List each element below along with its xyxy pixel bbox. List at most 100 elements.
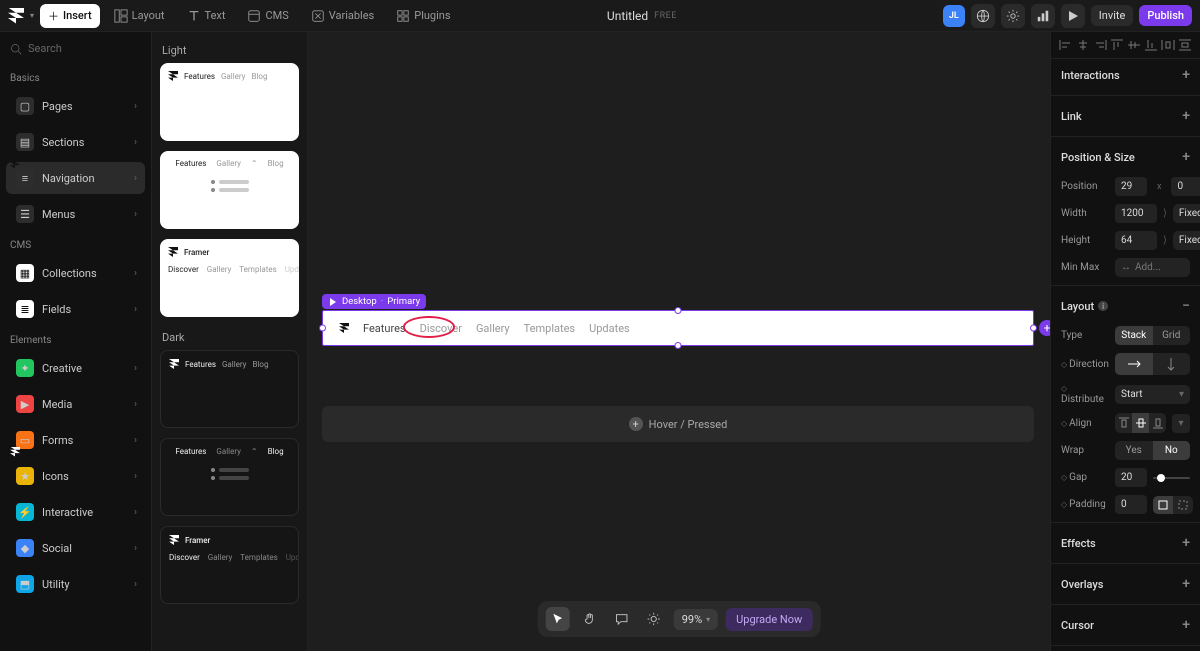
padding-mode[interactable] (1153, 496, 1193, 514)
type-segment[interactable]: Stack Grid (1115, 326, 1190, 345)
width-mode[interactable]: Fixed▾ (1173, 204, 1200, 223)
text-button[interactable]: Text (179, 5, 234, 27)
align-top-icon[interactable] (1110, 39, 1124, 51)
rail-collections[interactable]: ▦ Collections› (6, 257, 145, 289)
padding-input[interactable]: 0 (1115, 495, 1147, 514)
invite-button[interactable]: Invite (1091, 5, 1134, 26)
cursor-tool[interactable] (546, 607, 570, 631)
padding-all[interactable] (1153, 496, 1173, 514)
plugins-button[interactable]: Plugins (388, 5, 458, 27)
settings-button[interactable] (1001, 4, 1025, 28)
rail-creative[interactable]: ✦ Creative› (6, 352, 145, 384)
overlays-head[interactable]: Overlays+ (1051, 568, 1200, 600)
hand-tool[interactable] (578, 607, 602, 631)
chevron-down-icon[interactable]: ▾ (30, 11, 34, 20)
align-bottom-icon[interactable] (1144, 39, 1158, 51)
align-hcenter-icon[interactable] (1076, 39, 1090, 51)
gap-slider[interactable] (1153, 477, 1190, 479)
add-pos-button[interactable]: + (1182, 149, 1190, 165)
align-left-icon[interactable] (1059, 39, 1073, 51)
align-bottom-opt[interactable] (1149, 413, 1166, 433)
wrap-segment[interactable]: Yes No (1115, 441, 1190, 460)
rail-forms[interactable]: ▭ Forms› (6, 424, 145, 456)
wrap-yes[interactable]: Yes (1115, 441, 1153, 460)
publish-button[interactable]: Publish (1139, 5, 1192, 26)
nav-link-gallery[interactable]: Gallery (476, 322, 510, 335)
align-right-icon[interactable] (1093, 39, 1107, 51)
add-interaction-button[interactable]: + (1182, 67, 1190, 83)
distribute-h-icon[interactable] (1161, 39, 1175, 51)
theme-tool[interactable] (642, 607, 666, 631)
padding-sides[interactable] (1173, 496, 1193, 514)
analytics-button[interactable] (1031, 4, 1055, 28)
rail-social[interactable]: ◆ Social› (6, 532, 145, 564)
preset-card-dark-2[interactable]: Features Gallery ⌃ Blog (160, 438, 299, 516)
wrap-no[interactable]: No (1153, 441, 1191, 460)
info-icon[interactable]: i (1098, 301, 1108, 311)
selection-handle[interactable] (1030, 325, 1037, 332)
direction-segment[interactable] (1115, 353, 1190, 375)
pos-x-input[interactable]: 29 (1115, 177, 1147, 196)
nav-frame[interactable]: Features Discover Gallery Templates Upda… (322, 310, 1034, 346)
add-cursor-button[interactable]: + (1182, 617, 1190, 633)
rail-media[interactable]: ▶ Media› (6, 388, 145, 420)
preset-card-light-3[interactable]: Framer Discover Gallery Templates Update… (160, 239, 299, 317)
selection-handle[interactable] (319, 325, 326, 332)
add-overlay-button[interactable]: + (1182, 576, 1190, 592)
preset-card-light-2[interactable]: Features Gallery ⌃ Blog (160, 151, 299, 229)
upgrade-button[interactable]: Upgrade Now (726, 608, 812, 631)
position-size-head[interactable]: Position & Size + (1051, 141, 1200, 173)
minmax-input[interactable]: ↔Add... (1115, 258, 1190, 277)
align-middle-opt[interactable] (1132, 413, 1149, 433)
type-grid[interactable]: Grid (1153, 326, 1191, 345)
rail-sections[interactable]: ▤ Sections› (6, 126, 145, 158)
align-top-opt[interactable] (1115, 413, 1132, 433)
canvas[interactable]: Desktop · Primary Features Discover Gall… (308, 32, 1050, 651)
direction-vertical[interactable] (1153, 353, 1191, 375)
doc-title[interactable]: Untitled (607, 9, 648, 23)
height-mode[interactable]: Fixed▾ (1173, 231, 1200, 250)
zoom-control[interactable]: 99% ▾ (674, 609, 718, 630)
pos-y-input[interactable]: 0 (1171, 177, 1200, 196)
user-avatar[interactable]: JL (943, 5, 965, 27)
search-row[interactable]: Search (0, 32, 151, 65)
comment-tool[interactable] (610, 607, 634, 631)
distribute-select[interactable]: Start▾ (1115, 385, 1190, 404)
link-dims-icon[interactable]: ⟩ (1163, 208, 1167, 219)
hover-pressed-slot[interactable]: + Hover / Pressed (322, 406, 1034, 442)
gap-input[interactable]: 20 (1115, 468, 1147, 487)
direction-horizontal[interactable] (1115, 353, 1153, 375)
cursor-head[interactable]: Cursor+ (1051, 609, 1200, 641)
add-element-button[interactable]: + (1039, 320, 1050, 336)
link-dims-icon[interactable]: ⟩ (1163, 235, 1167, 246)
rail-navigation[interactable]: ≡ Navigation› (6, 162, 145, 194)
insert-button[interactable]: ＋ Insert (40, 4, 100, 28)
rail-fields[interactable]: ≣ Fields› (6, 293, 145, 325)
variables-button[interactable]: Variables (303, 5, 383, 27)
width-input[interactable]: 1200 (1115, 204, 1157, 223)
nav-link-templates[interactable]: Templates (524, 322, 575, 335)
type-stack[interactable]: Stack (1115, 326, 1153, 345)
add-link-button[interactable]: + (1182, 108, 1190, 124)
nav-link-discover[interactable]: Discover (420, 322, 462, 335)
cms-button[interactable]: CMS (239, 5, 296, 27)
rail-icons[interactable]: ★ Icons› (6, 460, 145, 492)
align-segment[interactable] (1115, 413, 1166, 433)
align-more[interactable]: ▾ (1172, 414, 1190, 433)
preset-card-light-1[interactable]: Features GalleryBlog (160, 63, 299, 141)
interactions-head[interactable]: Interactions + (1051, 59, 1200, 91)
globe-button[interactable] (971, 4, 995, 28)
rail-menus[interactable]: ☰ Menus› (6, 198, 145, 230)
add-effect-button[interactable]: + (1182, 535, 1190, 551)
preset-card-dark-3[interactable]: Framer Discover Gallery Templates Update… (160, 526, 299, 604)
nav-link-updates[interactable]: Updates (589, 322, 630, 335)
breakpoint-label[interactable]: Desktop · Primary (322, 294, 426, 309)
layout-head[interactable]: Layouti − (1051, 290, 1200, 322)
rail-interactive[interactable]: ⚡ Interactive› (6, 496, 145, 528)
preset-card-dark-1[interactable]: Features GalleryBlog (160, 350, 299, 428)
app-logo[interactable] (8, 8, 24, 24)
preview-button[interactable] (1061, 4, 1085, 28)
align-vcenter-icon[interactable] (1127, 39, 1141, 51)
nav-link-features[interactable]: Features (363, 322, 406, 335)
collapse-layout-button[interactable]: − (1182, 298, 1190, 314)
